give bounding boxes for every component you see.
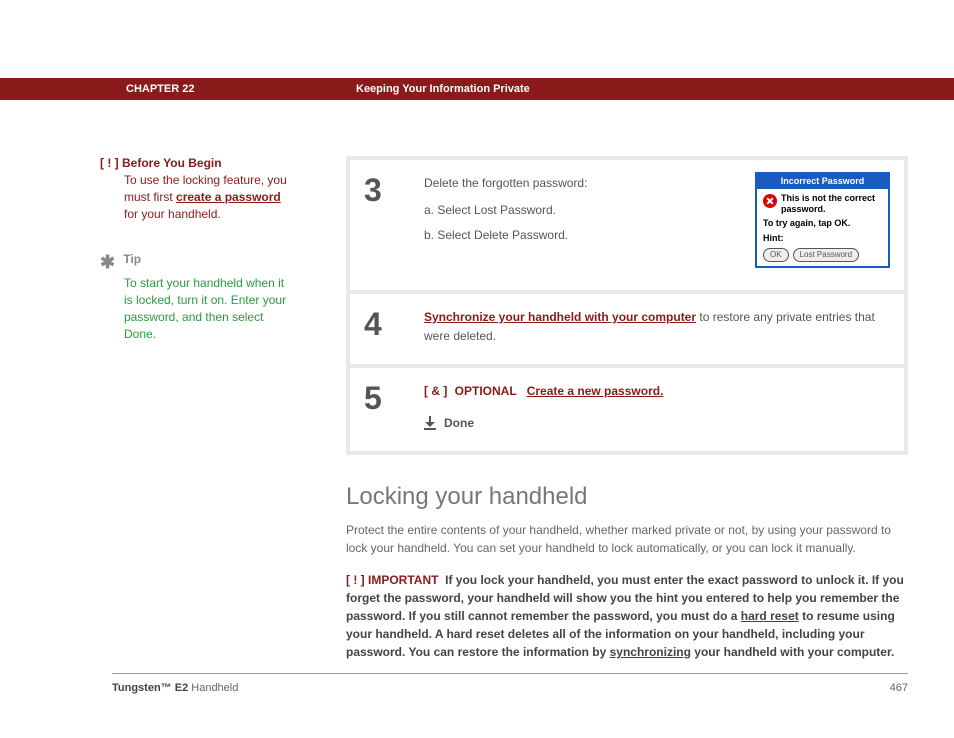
- dialog-title: Incorrect Password: [757, 174, 888, 189]
- synchronizing-link[interactable]: synchronizing: [610, 645, 691, 659]
- tip-block: ✱ Tip To start your handheld when it is …: [100, 252, 290, 342]
- footer-product: Tungsten™ E2 Handheld: [112, 682, 238, 694]
- alert-marker: [ ! ]: [100, 156, 119, 170]
- important-marker: [ ! ]: [346, 573, 365, 587]
- footer-product-rest: Handheld: [188, 682, 238, 694]
- tip-body: To start your handheld when it is locked…: [124, 275, 290, 342]
- dialog-ok-button[interactable]: OK: [763, 248, 789, 262]
- step-4: 4 Synchronize your handheld with your co…: [350, 294, 904, 364]
- step-number: 4: [364, 308, 424, 346]
- before-begin-body: To use the locking feature, you must fir…: [124, 172, 290, 222]
- header-title: Keeping Your Information Private: [356, 83, 530, 95]
- main-content: 3 Delete the forgotten password: a. Sele…: [346, 156, 908, 661]
- important-text-3: your handheld with your computer.: [691, 645, 894, 659]
- dialog-message: This is not the correct password.: [781, 193, 882, 215]
- done-label: Done: [444, 414, 474, 433]
- create-new-password-link[interactable]: Create a new password.: [527, 384, 664, 398]
- dialog-lost-password-button[interactable]: Lost Password: [793, 248, 859, 262]
- footer-product-name: Tungsten™ E2: [112, 682, 188, 694]
- step3-a: a. Select Lost Password.: [424, 201, 738, 220]
- step3-lead: Delete the forgotten password:: [424, 174, 738, 193]
- synchronize-link[interactable]: Synchronize your handheld with your comp…: [424, 310, 696, 324]
- incorrect-password-dialog: Incorrect Password This is not the corre…: [755, 172, 890, 268]
- step3-b: b. Select Delete Password.: [424, 226, 738, 245]
- optional-marker: [ & ]: [424, 384, 447, 398]
- tip-label: Tip: [123, 252, 141, 266]
- section-body: Protect the entire contents of your hand…: [346, 521, 908, 557]
- dialog-try-text: To try again, tap OK.: [763, 218, 882, 229]
- header-chapter: CHAPTER 22: [126, 83, 356, 95]
- header-bar: CHAPTER 22 Keeping Your Information Priv…: [0, 78, 954, 100]
- hard-reset-link[interactable]: hard reset: [741, 609, 799, 623]
- done-arrow-icon: [424, 416, 436, 430]
- step-5: 5 [ & ] OPTIONAL Create a new password. …: [350, 368, 904, 450]
- before-begin-title: Before You Begin: [122, 156, 222, 170]
- create-password-link[interactable]: create a password: [176, 190, 281, 204]
- footer-divider: [112, 673, 908, 674]
- step-number: 3: [364, 174, 424, 272]
- important-block: [ ! ] IMPORTANT If you lock your handhel…: [346, 571, 908, 661]
- done-row: Done: [424, 414, 888, 433]
- steps-container: 3 Delete the forgotten password: a. Sele…: [346, 156, 908, 455]
- dialog-hint-label: Hint:: [763, 233, 882, 244]
- step-3: 3 Delete the forgotten password: a. Sele…: [350, 160, 904, 290]
- asterisk-icon: ✱: [100, 252, 120, 273]
- important-label: IMPORTANT: [368, 573, 438, 587]
- footer: Tungsten™ E2 Handheld 467: [112, 682, 908, 694]
- section-title: Locking your handheld: [346, 483, 908, 511]
- step-number: 5: [364, 382, 424, 432]
- optional-label: OPTIONAL: [455, 384, 517, 398]
- before-begin-post: for your handheld.: [124, 207, 221, 221]
- footer-page-number: 467: [890, 682, 908, 694]
- error-icon: [763, 194, 777, 208]
- before-you-begin: [ ! ] Before You Begin To use the lockin…: [100, 156, 290, 222]
- sidebar: [ ! ] Before You Begin To use the lockin…: [100, 156, 290, 343]
